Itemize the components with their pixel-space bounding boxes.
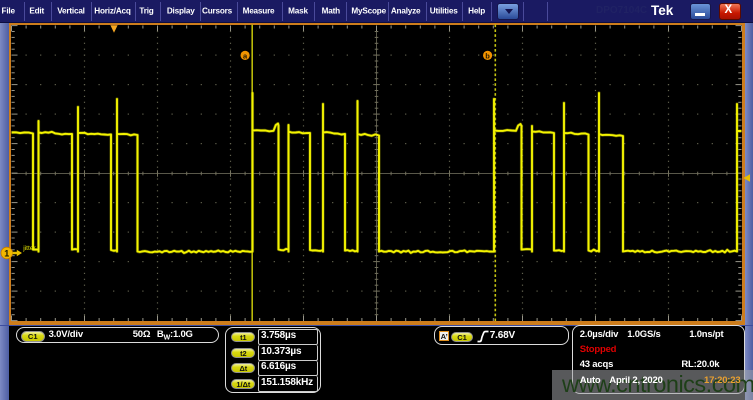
svg-text:jitter: jitter	[22, 245, 36, 252]
svg-text:b: b	[485, 51, 490, 60]
svg-text:1: 1	[4, 248, 9, 258]
